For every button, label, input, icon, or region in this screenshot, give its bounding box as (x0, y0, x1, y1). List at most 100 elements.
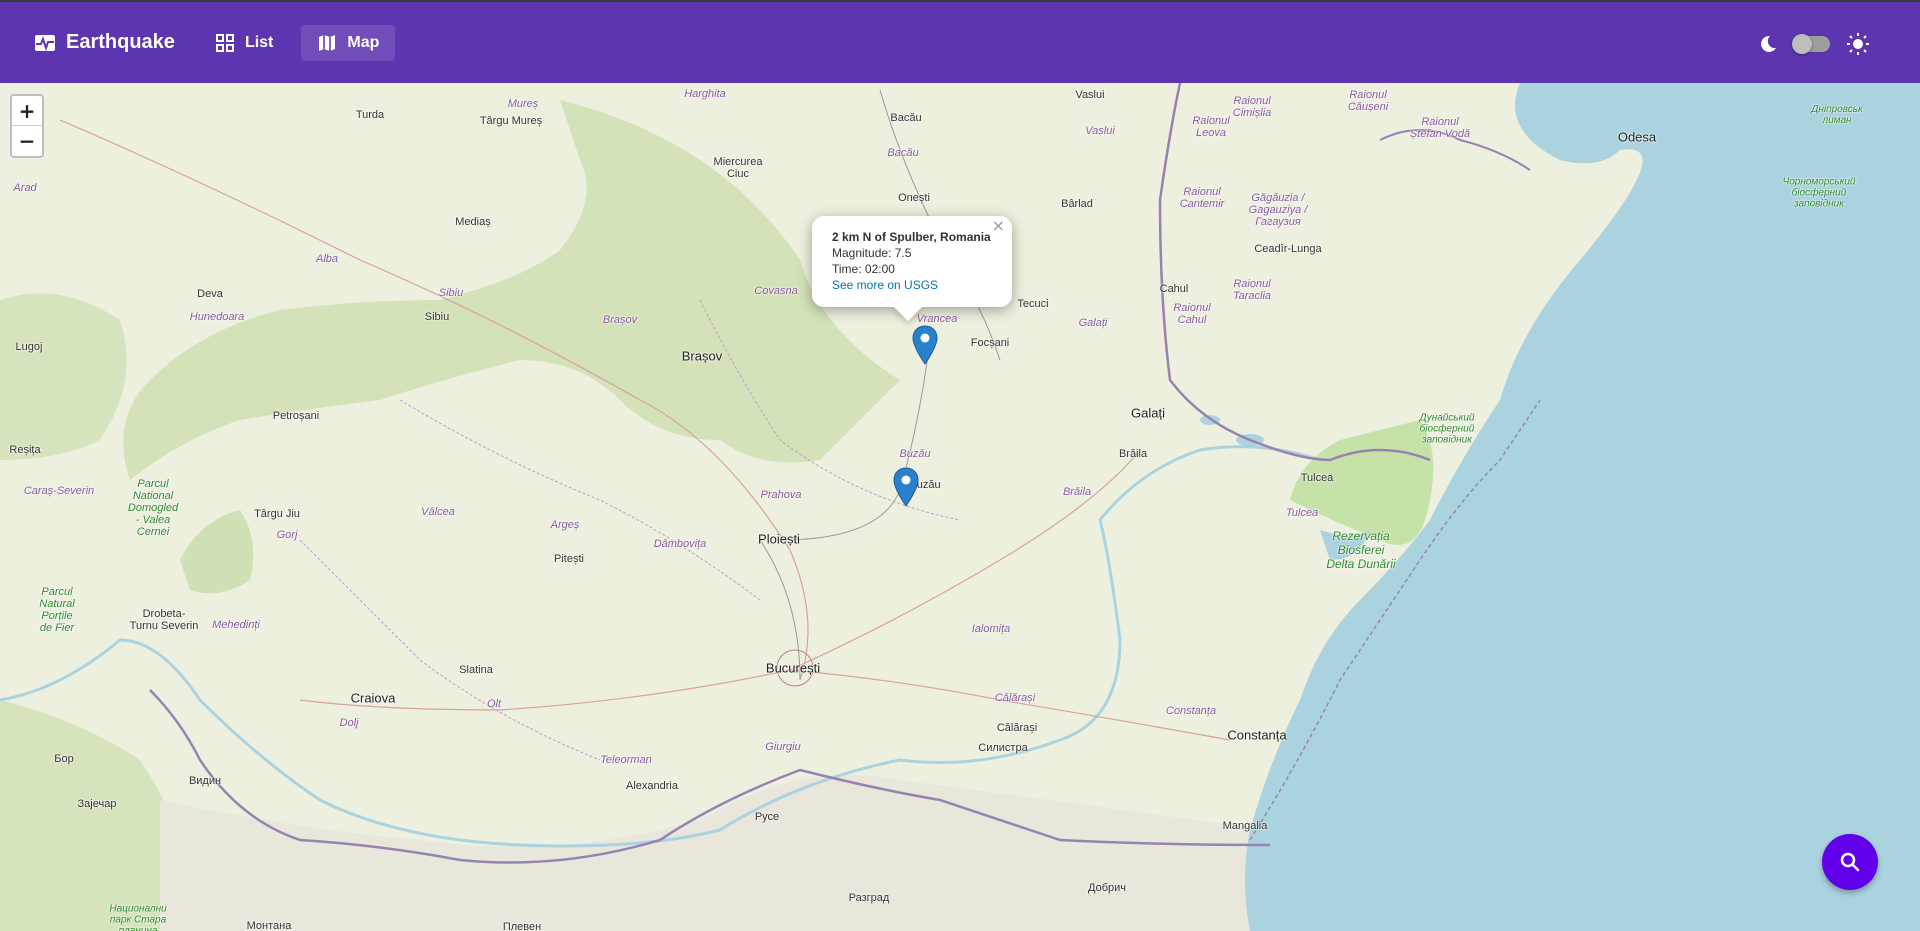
place-label: București (765, 660, 821, 676)
park-label: Дунайський біосферний заповідник (1419, 412, 1475, 446)
place-label: Galați (1131, 405, 1165, 421)
place-label: Focșani (970, 337, 1010, 349)
theme-toggle[interactable] (1792, 34, 1830, 54)
place-label: Miercurea Ciuc (713, 156, 763, 180)
popup-magnitude: Magnitude: 7.5 (832, 246, 912, 260)
region-label: Buzău (899, 448, 931, 460)
usgs-link[interactable]: See more on USGS (832, 278, 938, 292)
place-label: Видин (188, 775, 222, 787)
map-view[interactable]: Brașov Ploiești București Galați Brăila … (0, 83, 1920, 931)
earthquake-marker[interactable] (893, 467, 919, 507)
place-label: Brașov (681, 348, 723, 364)
region-label: Giurgiu (765, 741, 801, 753)
brand[interactable]: Earthquake (34, 31, 175, 54)
nav-map-label: Map (347, 33, 380, 51)
search-icon (1840, 852, 1860, 872)
region-label: Raionul Cantemir (1179, 186, 1225, 210)
place-label: Mediaș (455, 216, 491, 228)
place-label: Constanța (1227, 727, 1287, 743)
theme-toggle-knob (1792, 34, 1812, 54)
place-label: Deva (197, 288, 223, 300)
place-label: Brăila (1118, 448, 1148, 460)
region-label: Raionul Taraclia (1232, 278, 1272, 302)
place-label: Vaslui (1075, 89, 1105, 101)
place-label: Călărași (996, 722, 1038, 734)
place-label: Târgu Jiu (254, 508, 300, 520)
region-label: Gorj (276, 529, 298, 541)
region-label: Hunedoara (189, 311, 245, 323)
region-label: Bacău (887, 147, 919, 159)
region-label: Dâmbovița (653, 538, 707, 550)
popup-time: Time: 02:00 (832, 262, 895, 276)
map-icon (319, 34, 336, 51)
place-label: Монтана (246, 920, 292, 931)
place-label: Lugoj (15, 341, 43, 353)
popup-title: 2 km N of Spulber, Romania (832, 230, 991, 244)
earthquake-popup: × 2 km N of Spulber, Romania Magnitude: … (812, 216, 1012, 322)
region-label: Raionul Cahul (1173, 302, 1211, 326)
place-label: Добрич (1088, 882, 1126, 894)
region-label: Alba (315, 253, 339, 265)
grid-icon (215, 33, 234, 52)
region-label: Mureș (507, 98, 539, 110)
zoom-out-button[interactable]: − (12, 126, 42, 156)
region-label: Raionul Leova (1192, 115, 1230, 139)
place-label: Силистра (978, 742, 1028, 754)
region-label: Tulcea (1285, 507, 1319, 519)
place-label: Craiova (350, 690, 396, 706)
region-label: Raionul Căușeni (1347, 89, 1389, 113)
region-label: Olt (486, 698, 502, 710)
region-label: Constanța (1165, 705, 1217, 717)
brand-label: Earthquake (66, 31, 175, 53)
nav-map-button[interactable]: Map (301, 24, 396, 61)
place-label: Sibiu (424, 311, 450, 323)
region-label: Covasna (754, 285, 798, 297)
place-label: Bârlad (1061, 198, 1093, 210)
region-label: Sibiu (438, 287, 464, 299)
earthquake-marker[interactable] (912, 325, 938, 365)
place-label: Cahul (1159, 283, 1189, 295)
place-label: Târgu Mureș (479, 115, 543, 127)
nav-list-label: List (244, 33, 274, 51)
region-label: Brașov (602, 314, 638, 326)
region-label: Arad (13, 182, 37, 194)
region-label: Prahova (760, 489, 802, 501)
place-label: Ploiești (758, 531, 800, 547)
place-label: Pitești (554, 553, 584, 565)
region-label: Găgăuzia / Gagauziya / Гагаузия (1248, 192, 1308, 228)
place-label: Onești (898, 192, 930, 204)
place-label: Reșița (9, 444, 41, 456)
region-label: Brăila (1062, 486, 1092, 498)
place-label: Бор (54, 753, 74, 765)
region-label: Caraș-Severin (23, 485, 95, 497)
place-label: Mangalia (1222, 820, 1268, 832)
park-label: Дніпровськ лиман (1811, 104, 1863, 126)
place-label: Alexandria (626, 780, 678, 792)
place-label: Odesa (1617, 129, 1657, 145)
region-label: Teleorman (600, 754, 652, 766)
popup-close-button[interactable]: × (992, 218, 1005, 234)
map-tiles[interactable] (0, 83, 1920, 931)
zoom-in-button[interactable]: + (12, 96, 42, 126)
park-label: Parcul National Domogled - Valea Cernei (127, 478, 179, 538)
theme-switcher (1758, 32, 1870, 56)
region-label: Călărași (994, 692, 1036, 704)
place-label: Drobeta- Turnu Severin (129, 608, 199, 632)
nav-list-button[interactable]: List (199, 25, 289, 61)
place-label: Tulcea (1300, 472, 1334, 484)
region-label: Mehedinți (212, 619, 260, 631)
sun-icon (1847, 33, 1869, 55)
place-label: Tecuci (1017, 298, 1049, 310)
region-label: Vâlcea (421, 506, 455, 518)
place-label: Slatina (459, 664, 493, 676)
place-label: Русе (754, 811, 780, 823)
place-label: Petroșani (272, 410, 320, 422)
park-label: Чорноморський біосферний заповідник (1782, 176, 1856, 210)
region-label: Vaslui (1085, 125, 1115, 137)
search-fab-button[interactable] (1822, 834, 1878, 890)
place-label: Turda (355, 109, 385, 121)
region-label: Galați (1078, 317, 1108, 329)
place-label: Разград (848, 892, 890, 904)
place-label: Плевен (502, 921, 542, 931)
place-label: Ceadîr-Lunga (1254, 243, 1322, 255)
